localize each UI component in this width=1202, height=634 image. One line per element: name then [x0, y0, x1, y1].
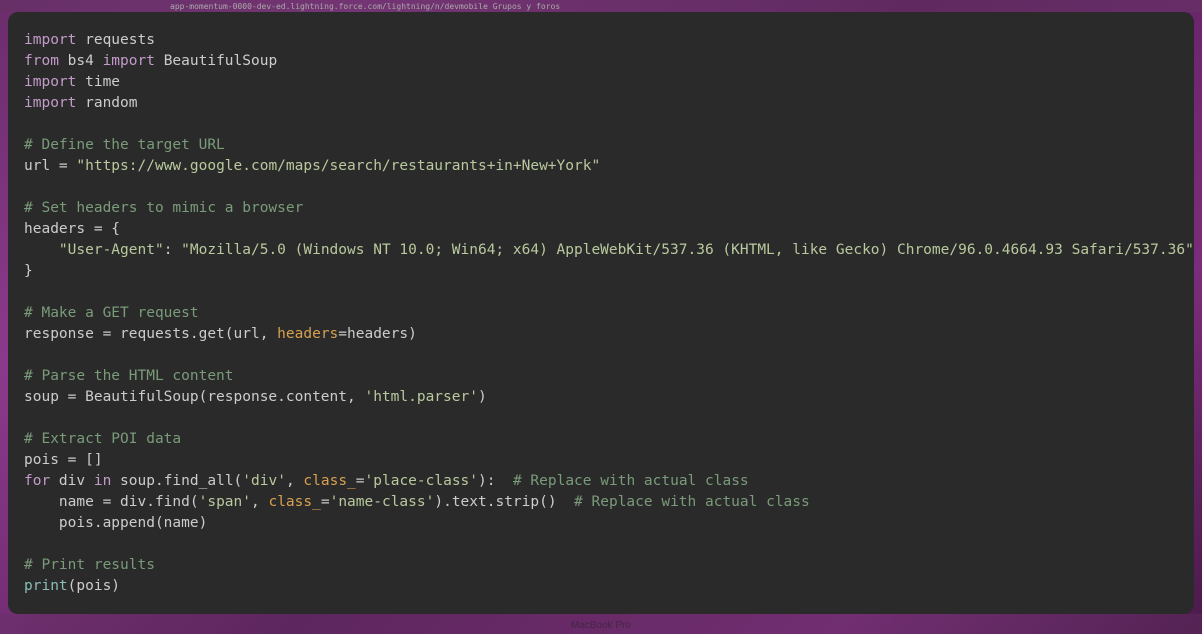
string-name: 'name-class' [330, 494, 435, 510]
comment: # Define the target URL [24, 137, 225, 153]
keyword-import: import [24, 95, 76, 111]
param-class: class_ [303, 473, 355, 489]
keyword-for: for [24, 473, 50, 489]
background-url-bar: app-momentum-0000-dev-ed.lightning.force… [0, 0, 1202, 12]
macbook-label: MacBook Pro [571, 620, 631, 631]
string-key: "User-Agent" [59, 242, 164, 258]
param-headers: headers [277, 326, 338, 342]
keyword-from: from [24, 53, 59, 69]
string-span: 'span' [199, 494, 251, 510]
keyword-import: import [24, 74, 76, 90]
keyword-in: in [94, 473, 111, 489]
code-content: import requests from bs4 import Beautifu… [24, 30, 1178, 597]
keyword-import: import [103, 53, 155, 69]
url-text: app-momentum-0000-dev-ed.lightning.force… [170, 2, 560, 11]
string-parser: 'html.parser' [364, 389, 478, 405]
comment: # Print results [24, 557, 155, 573]
comment: # Parse the HTML content [24, 368, 234, 384]
param-class: class_ [268, 494, 320, 510]
string-div: 'div' [242, 473, 286, 489]
string-place: 'place-class' [365, 473, 479, 489]
code-block: import requests from bs4 import Beautifu… [8, 12, 1194, 614]
keyword-import: import [24, 32, 76, 48]
string-url: "https://www.google.com/maps/search/rest… [76, 158, 600, 174]
comment-inline: # Replace with actual class [574, 494, 810, 510]
comment: # Make a GET request [24, 305, 199, 321]
string-ua: "Mozilla/5.0 (Windows NT 10.0; Win64; x6… [181, 242, 1194, 258]
builtin-print: print [24, 578, 68, 594]
comment: # Extract POI data [24, 431, 181, 447]
comment: # Set headers to mimic a browser [24, 200, 303, 216]
comment-inline: # Replace with actual class [513, 473, 749, 489]
